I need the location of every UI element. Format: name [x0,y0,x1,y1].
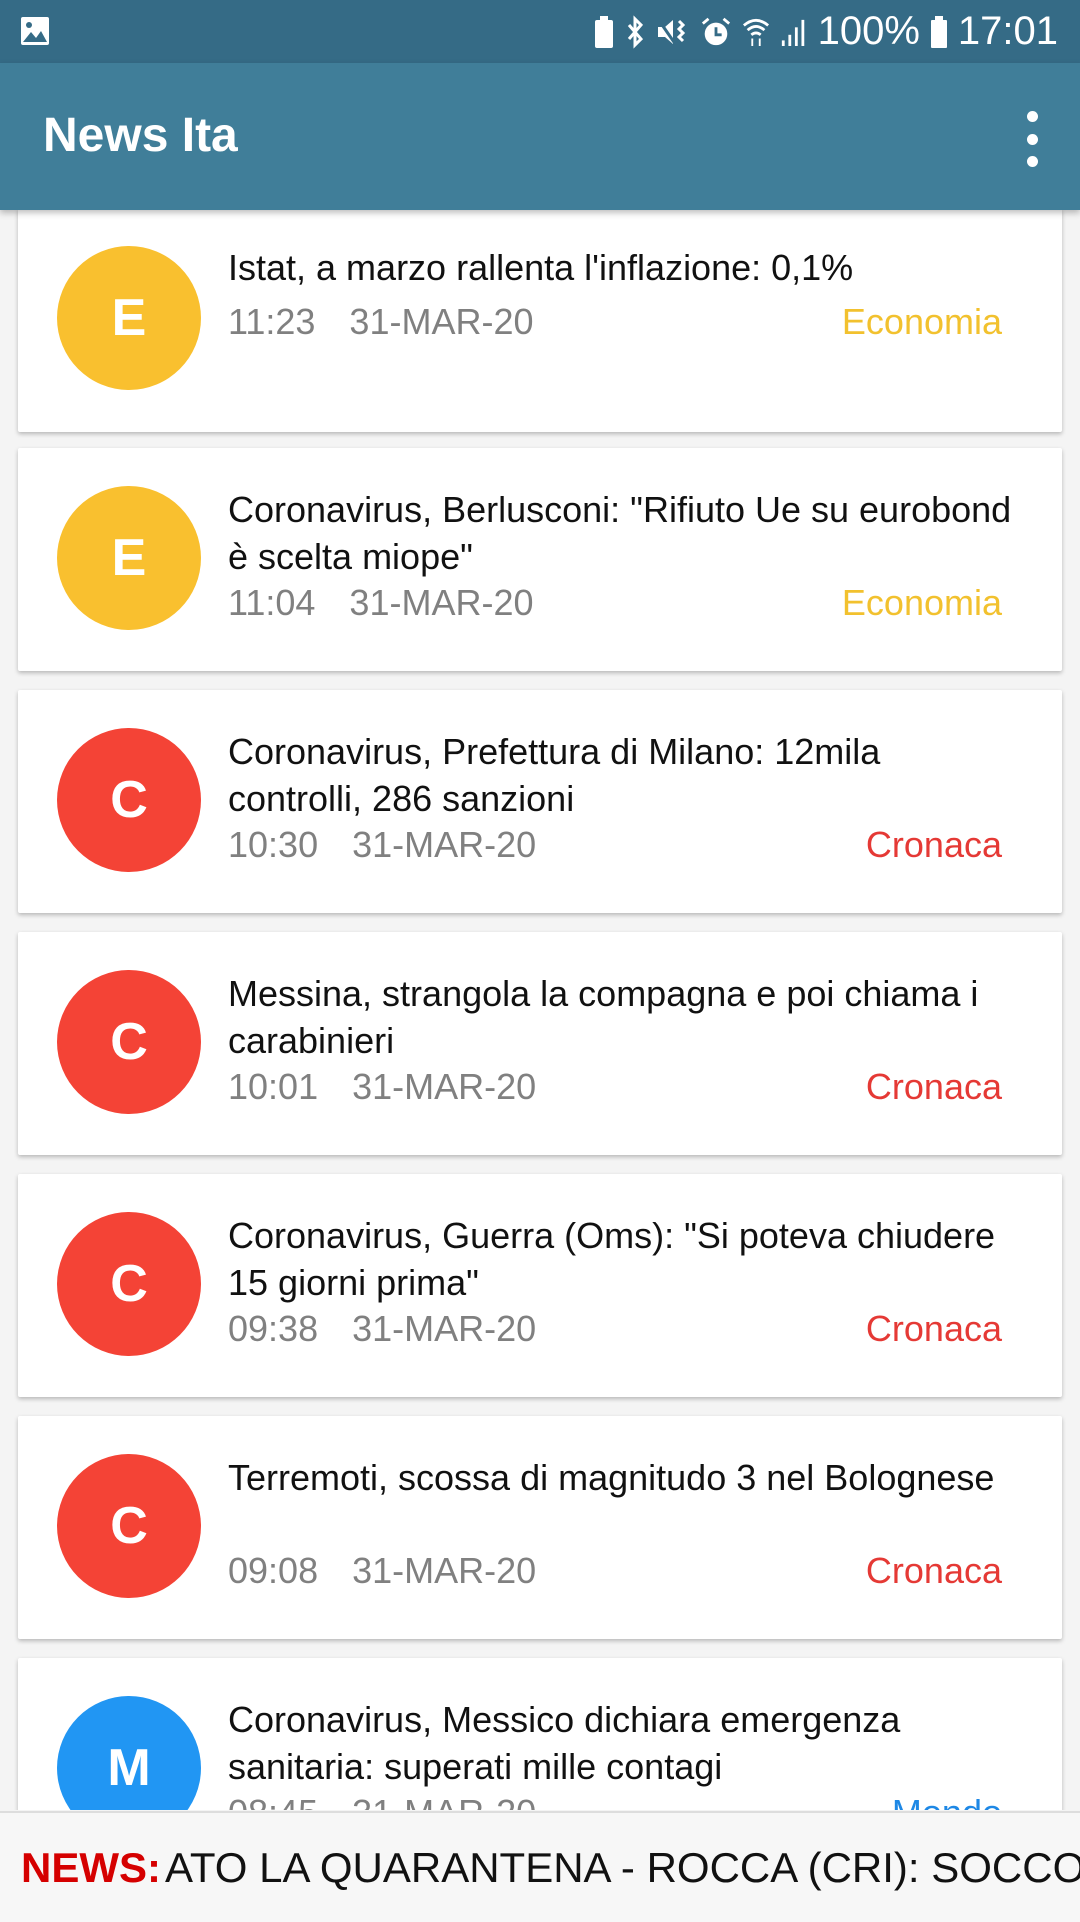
news-category: Cronaca [865,1308,1002,1349]
news-list[interactable]: E Istat, a marzo rallenta l'inflazione: 0… [0,210,1080,1810]
news-date: 31-MAR-20 [352,1308,537,1349]
news-headline: Terremoti, scossa di magnitudo 3 nel Bol… [228,1457,995,1498]
news-date: 31-MAR-20 [352,1792,536,1810]
news-date: 31-MAR-20 [349,301,534,342]
news-date: 31-MAR-20 [352,1066,537,1107]
battery-icon [930,15,947,48]
news-time: 09:38 [228,1308,319,1349]
news-date: 31-MAR-20 [352,1550,537,1591]
battery-saver-icon [594,15,613,48]
category-avatar: E [57,486,201,630]
news-category: Cronaca [865,1066,1002,1107]
news-time: 08:45 [228,1792,318,1810]
news-card[interactable]: M Coronavirus, Messico dichiara emergenza… [18,1658,1062,1810]
category-avatar: E [57,246,201,390]
category-avatar: C [57,728,201,872]
news-card[interactable]: E Istat, a marzo rallenta l'inflazione: 0… [18,210,1062,432]
news-meta: 09:08 31-MAR-20 Cronaca [228,1550,1002,1592]
news-time: 11:04 [228,582,316,623]
news-time: 11:23 [228,301,316,342]
battery-percent: 100% [817,9,920,53]
ticker-label: NEWS: [21,1843,161,1891]
news-headline: Coronavirus, Berlusconi: "Rifiuto Ue su … [228,489,1012,577]
news-card[interactable]: C Coronavirus, Guerra (Oms): "Si poteva c… [18,1174,1062,1397]
news-headline: Coronavirus, Prefettura di Milano: 12mil… [228,731,881,819]
news-ticker: NEWS: ATO LA QUARANTENA - ROCCA (CRI): S… [0,1811,1080,1922]
news-meta: 08:45 31-MAR-20 Mondo [228,1792,1002,1810]
news-headline: Coronavirus, Guerra (Oms): "Si poteva ch… [228,1215,996,1303]
news-category: Mondo [892,1792,1002,1810]
news-date: 31-MAR-20 [349,582,534,623]
clock: 17:01 [957,9,1058,53]
news-category: Economia [841,301,1002,342]
category-avatar: C [57,970,201,1114]
news-card[interactable]: E Coronavirus, Berlusconi: "Rifiuto Ue su… [18,448,1062,671]
category-avatar: M [57,1696,201,1810]
news-date: 31-MAR-20 [352,824,537,865]
news-time: 09:08 [228,1550,319,1591]
image-notification-icon [21,17,49,45]
news-meta: 09:38 31-MAR-20 Cronaca [228,1308,1002,1350]
news-meta: 10:01 31-MAR-20 Cronaca [228,1066,1002,1108]
news-card[interactable]: C Messina, strangola la compagna e poi ch… [18,932,1062,1155]
category-avatar: C [57,1454,201,1598]
news-category: Cronaca [865,1550,1002,1591]
news-meta: 10:30 31-MAR-20 Cronaca [228,824,1002,866]
mute-vibrate-icon [656,17,685,46]
alarm-icon [701,17,730,45]
signal-icon [781,19,804,46]
more-vert-icon[interactable] [1012,111,1052,167]
news-meta: 11:04 31-MAR-20 Economia [228,582,1002,624]
news-time: 10:01 [228,1066,319,1107]
news-card[interactable]: C Coronavirus, Prefettura di Milano: 12mi… [18,690,1062,913]
news-headline: Istat, a marzo rallenta l'inflazione: 0,… [228,247,854,288]
news-headline: Messina, strangola la compagna e poi chi… [228,973,979,1061]
news-category: Cronaca [865,824,1002,865]
news-card[interactable]: C Terremoti, scossa di magnitudo 3 nel Bo… [18,1416,1062,1639]
category-avatar: C [57,1212,201,1356]
app-bar: News Ita [0,63,1080,210]
news-meta: 11:23 31-MAR-20 Economia [228,301,1002,343]
wifi-icon [742,18,769,46]
news-category: Economia [841,582,1002,623]
news-headline: Coronavirus, Messico dichiara emergenza … [228,1699,901,1787]
bluetooth-icon [627,14,643,49]
news-time: 10:30 [228,824,319,865]
app-title: News Ita [43,109,238,162]
status-bar: 100% 17:01 [0,0,1080,63]
ticker-text: ATO LA QUARANTENA - ROCCA (CRI): SOCCORR [165,1843,1080,1891]
